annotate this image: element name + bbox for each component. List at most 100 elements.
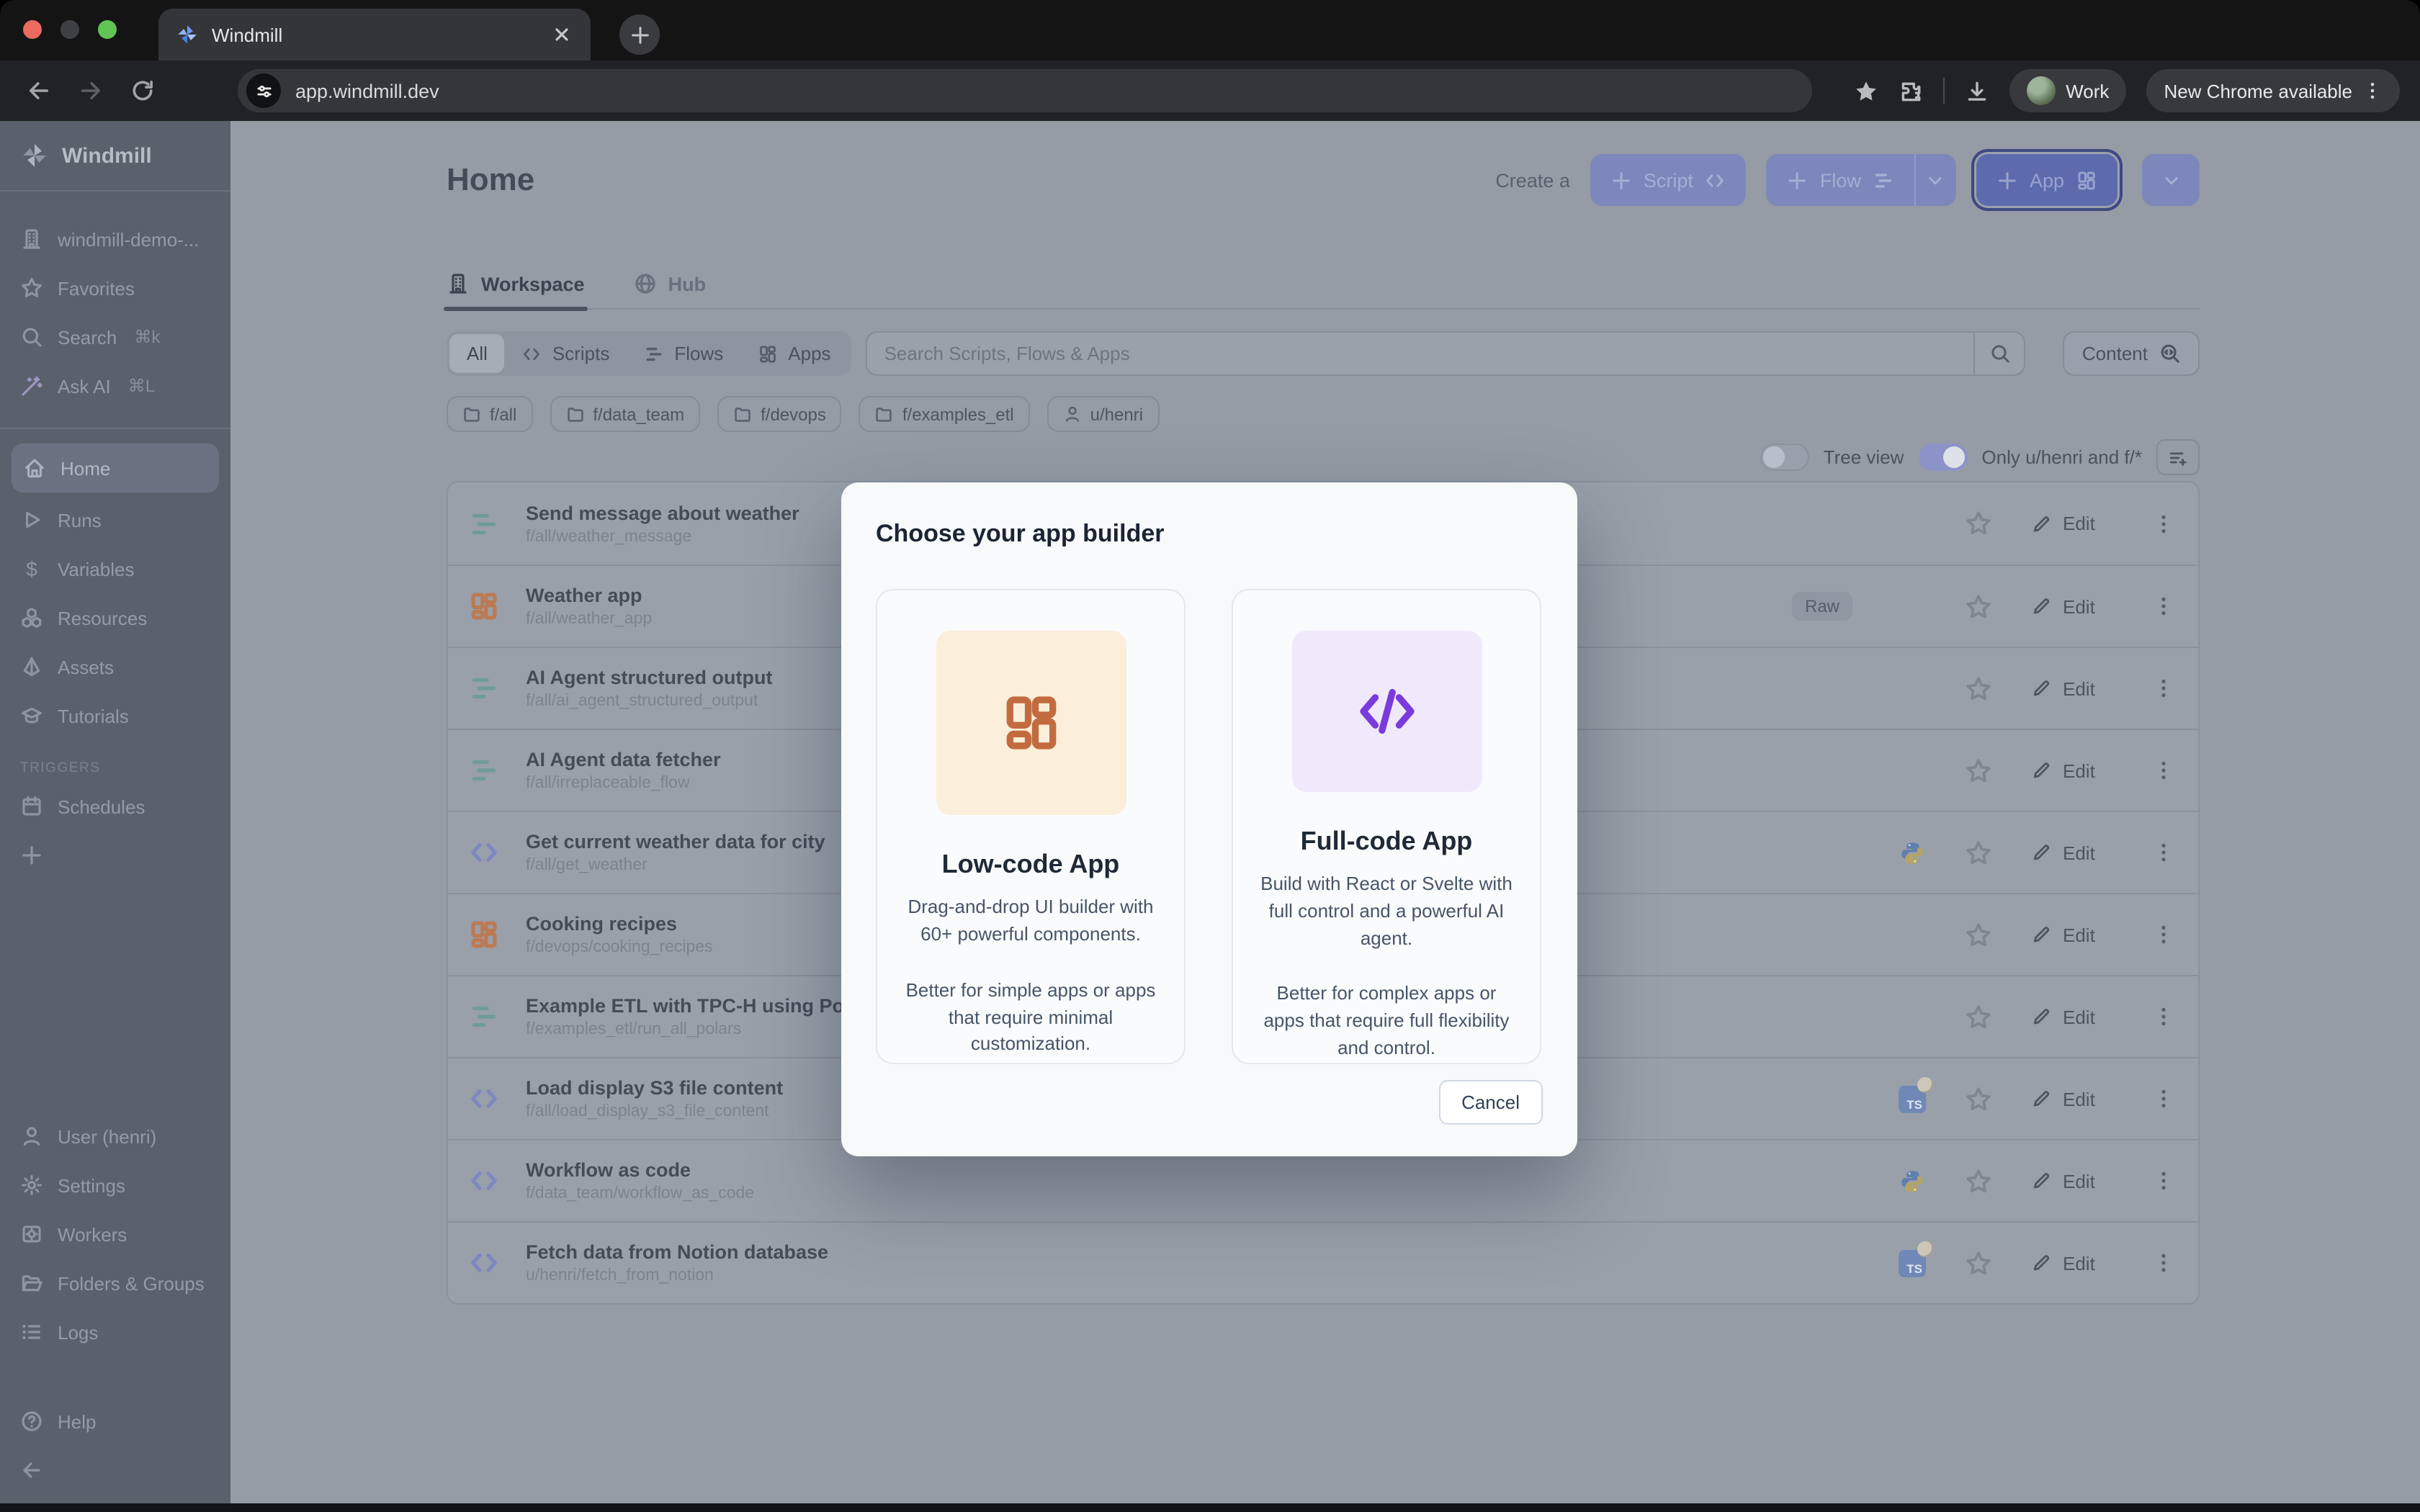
sidebar-item-settings[interactable]: Settings [0, 1161, 230, 1210]
sidebar-logo[interactable]: Windmill [0, 121, 230, 184]
edit-button[interactable]: Edit [2031, 760, 2115, 781]
sidebar-collapse-button[interactable] [0, 1446, 230, 1495]
reload-icon[interactable] [130, 78, 156, 104]
close-window-button[interactable] [23, 20, 42, 39]
minimize-window-button[interactable] [60, 20, 79, 39]
sidebar-item-ask-ai[interactable]: Ask AI ⌘L [0, 361, 230, 410]
profile-button[interactable]: Work [2009, 69, 2126, 112]
edit-button[interactable]: Edit [2031, 1088, 2115, 1110]
create-app-button[interactable]: App [1976, 154, 2118, 206]
low-code-app-card[interactable]: Low-code App Drag-and-drop UI builder wi… [876, 589, 1186, 1064]
flow-icon [468, 1001, 500, 1032]
sidebar-item-tutorials[interactable]: Tutorials [0, 691, 230, 740]
create-script-button[interactable]: Script [1590, 154, 1747, 206]
row-menu-button[interactable] [2152, 677, 2175, 700]
chip-u-henri[interactable]: u/henri [1047, 396, 1159, 432]
bookmark-star-icon[interactable] [1854, 78, 1878, 103]
sidebar-item-logs[interactable]: Logs [0, 1308, 230, 1356]
edit-button[interactable]: Edit [2031, 678, 2115, 699]
row-menu-button[interactable] [2152, 759, 2175, 782]
favorite-star-icon[interactable] [1965, 593, 1994, 620]
edit-button[interactable]: Edit [2031, 513, 2115, 534]
row-menu-button[interactable] [2152, 923, 2175, 946]
item-title: Send message about weather [526, 502, 799, 523]
row-menu-button[interactable] [2152, 595, 2175, 618]
update-chrome-button[interactable]: New Chrome available [2146, 69, 2400, 112]
edit-button[interactable]: Edit [2031, 595, 2115, 617]
tab-workspace[interactable]: Workspace [447, 272, 585, 308]
edit-button[interactable]: Edit [2031, 1006, 2115, 1027]
edit-button[interactable]: Edit [2031, 842, 2115, 863]
favorite-star-icon[interactable] [1965, 839, 1994, 866]
sidebar-item-folders-groups[interactable]: Folders & Groups [0, 1259, 230, 1308]
content-search-button[interactable]: Content [2063, 331, 2200, 376]
app-dropdown-button[interactable] [2142, 154, 2200, 206]
favorite-star-icon[interactable] [1965, 921, 1994, 948]
sidebar-add-trigger-button[interactable] [0, 831, 230, 880]
tab-hub[interactable]: Hub [634, 272, 707, 308]
kebab-menu-icon[interactable] [2362, 81, 2383, 101]
more-filters-button[interactable] [2156, 439, 2200, 475]
search-submit-button[interactable] [1974, 331, 2026, 376]
address-bar[interactable]: app.windmill.dev [238, 69, 1812, 112]
flow-dropdown-button[interactable] [1916, 169, 1956, 191]
only-owner-toggle[interactable] [1918, 444, 1967, 471]
tab-close-icon[interactable] [550, 23, 573, 46]
filter-scripts[interactable]: Scripts [505, 334, 627, 373]
download-icon[interactable] [1965, 78, 1989, 103]
chip-f-data-team[interactable]: f/data_team [550, 396, 700, 432]
edit-button[interactable]: Edit [2031, 1252, 2115, 1274]
edit-button[interactable]: Edit [2031, 924, 2115, 945]
full-code-app-card[interactable]: Full-code App Build with React or Svelte… [1232, 589, 1541, 1064]
filter-apps[interactable]: Apps [740, 334, 848, 373]
item-title: Example ETL with TPC-H using Polars [526, 995, 879, 1017]
list-item[interactable]: Fetch data from Notion database u/henri/… [448, 1221, 2198, 1303]
zoom-window-button[interactable] [98, 20, 117, 39]
favorite-star-icon[interactable] [1965, 757, 1994, 784]
code-icon [468, 837, 500, 868]
edit-button[interactable]: Edit [2031, 1170, 2115, 1192]
sidebar-item-workspace[interactable]: windmill-demo-... [0, 215, 230, 264]
new-tab-button[interactable] [619, 14, 660, 55]
browser-tab[interactable]: Windmill [158, 9, 591, 60]
search-input[interactable] [866, 331, 1974, 376]
chip-f-examples-etl[interactable]: f/examples_etl [859, 396, 1030, 432]
favorite-star-icon[interactable] [1965, 510, 1994, 537]
back-icon[interactable] [26, 78, 52, 104]
favorite-star-icon[interactable] [1965, 675, 1994, 702]
sidebar-item-resources[interactable]: Resources [0, 593, 230, 642]
chip-f-all[interactable]: f/all [447, 396, 532, 432]
row-menu-button[interactable] [2152, 512, 2175, 535]
chip-f-devops[interactable]: f/devops [717, 396, 842, 432]
sidebar-item-assets[interactable]: Assets [0, 642, 230, 691]
sidebar-item-search[interactable]: Search ⌘k [0, 312, 230, 361]
row-menu-button[interactable] [2152, 1169, 2175, 1192]
row-menu-button[interactable] [2152, 1087, 2175, 1110]
sidebar-item-home[interactable]: Home [12, 444, 219, 492]
row-menu-button[interactable] [2152, 1005, 2175, 1028]
filter-flows[interactable]: Flows [627, 334, 740, 373]
sidebar-item-favorites[interactable]: Favorites [0, 264, 230, 312]
edit-label: Edit [2063, 1006, 2095, 1027]
favorite-star-icon[interactable] [1965, 1249, 1994, 1277]
favorite-star-icon[interactable] [1965, 1167, 1994, 1194]
sidebar-item-schedules[interactable]: Schedules [0, 782, 230, 831]
cancel-button[interactable]: Cancel [1438, 1080, 1543, 1125]
site-settings-icon[interactable] [246, 73, 281, 108]
sidebar-item-user[interactable]: User (henri) [0, 1112, 230, 1161]
forward-icon[interactable] [78, 78, 104, 104]
create-flow-button[interactable]: Flow [1767, 169, 1914, 191]
sidebar-item-runs[interactable]: Runs [0, 495, 230, 544]
row-menu-button[interactable] [2152, 841, 2175, 864]
sidebar-item-workers[interactable]: Workers [0, 1210, 230, 1259]
extensions-icon[interactable] [1899, 78, 1923, 103]
favorite-star-icon[interactable] [1965, 1085, 1994, 1112]
sidebar-item-help[interactable]: Help [0, 1397, 230, 1446]
filter-all[interactable]: All [449, 334, 505, 373]
tree-view-toggle[interactable] [1760, 444, 1809, 471]
filter-scripts-label: Scripts [552, 343, 609, 364]
favorite-star-icon[interactable] [1965, 1003, 1994, 1030]
window-controls[interactable] [23, 20, 117, 39]
row-menu-button[interactable] [2152, 1251, 2175, 1274]
sidebar-item-variables[interactable]: $ Variables [0, 544, 230, 593]
